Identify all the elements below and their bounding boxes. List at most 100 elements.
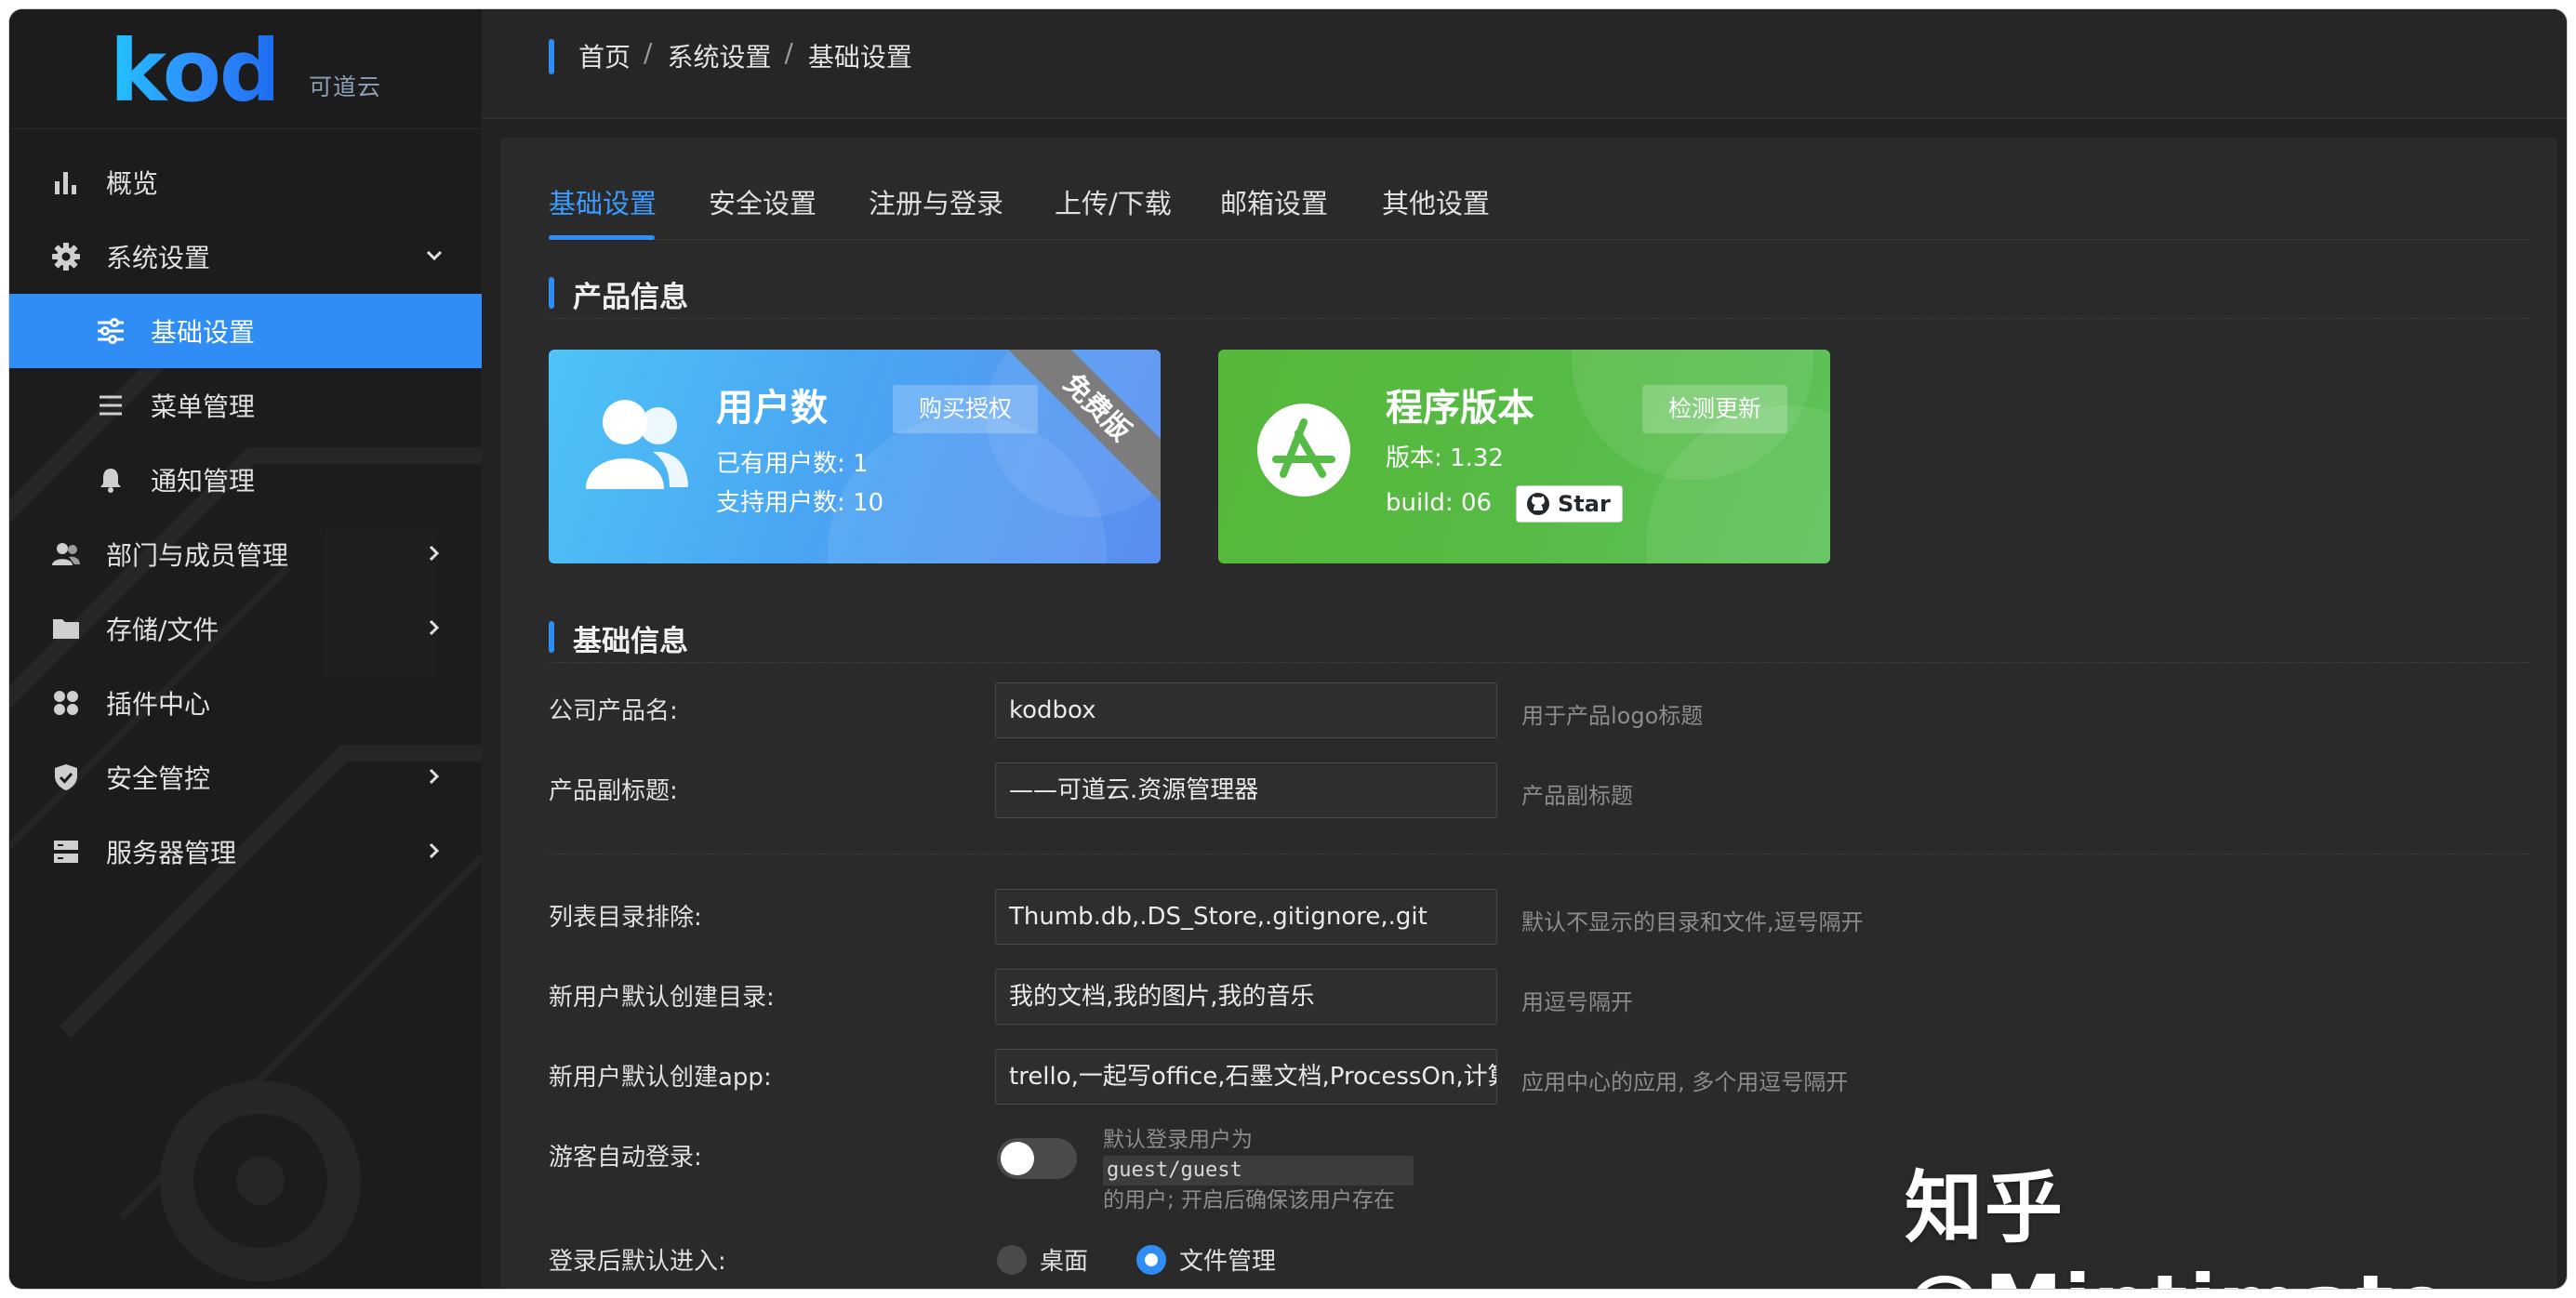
logo[interactable]: kod 可道云 [110, 20, 426, 123]
sidebar-item-system-settings[interactable]: 系统设置 [9, 219, 482, 294]
after-login-label: 登录后默认进入: [549, 1248, 726, 1276]
company-name-hint: 用于产品logo标题 [1521, 703, 1704, 729]
settings-tabs: 基础设置 安全设置 注册与登录 上传/下载 邮箱设置 其他设置 [549, 138, 2530, 240]
radio-file-management[interactable]: 文件管理 [1136, 1242, 1276, 1277]
breadcrumb-accent [549, 39, 554, 74]
company-name-input[interactable]: kodbox [995, 682, 1497, 738]
existing-users-value: 1 [853, 450, 869, 478]
sidebar-item-label: 菜单管理 [151, 391, 256, 422]
subtitle-input[interactable]: ——可道云.资源管理器 [995, 762, 1497, 818]
section-divider [549, 318, 2530, 319]
sliders-icon [95, 315, 126, 347]
existing-users-line: 已有用户数: 1 [716, 444, 869, 479]
guest-hint-bottom: 的用户; 开启后确保该用户存在 [1103, 1188, 1396, 1212]
sidebar-item-label: 概览 [106, 168, 159, 199]
logo-subtitle: 可道云 [309, 73, 382, 100]
breadcrumb-separator: / [644, 37, 653, 68]
subtitle-label: 产品副标题: [549, 777, 678, 805]
sidebar-item-label: 基础设置 [151, 317, 256, 348]
sidebar-item-notification-management[interactable]: 通知管理 [9, 443, 482, 517]
default-dirs-hint: 用逗号隔开 [1521, 989, 1633, 1015]
supported-users-line: 支持用户数: 10 [716, 483, 883, 518]
tab-upload-download[interactable]: 上传/下载 [1055, 182, 1172, 221]
sidebar-item-label: 存储/文件 [106, 615, 219, 645]
sidebar-item-label: 插件中心 [106, 689, 211, 720]
users-icon [586, 400, 688, 489]
sidebar: kod 可道云 概览 系统设置 基础设置 菜单管理 通知管理 部门与成员管理 存… [9, 9, 482, 1289]
folder-icon [50, 613, 82, 644]
version-value: 1.32 [1450, 444, 1504, 472]
default-dirs-label: 新用户默认创建目录: [549, 984, 775, 1012]
exclude-hint: 默认不显示的目录和文件,逗号隔开 [1521, 909, 1864, 935]
guest-hint-code: guest/guest [1103, 1156, 1414, 1185]
tab-other-settings[interactable]: 其他设置 [1382, 182, 1490, 221]
company-name-label: 公司产品名: [549, 697, 678, 725]
sidebar-item-plugin-center[interactable]: 插件中心 [9, 666, 482, 740]
subtitle-hint: 产品副标题 [1521, 783, 1633, 809]
app-store-icon [1257, 404, 1350, 497]
server-icon [50, 836, 82, 868]
sidebar-item-overview[interactable]: 概览 [9, 145, 482, 219]
sidebar-item-label: 安全管控 [106, 763, 211, 794]
github-star-label: Star [1558, 491, 1611, 517]
form-row-company-name: 公司产品名: kodbox 用于产品logo标题 [549, 682, 2530, 738]
apps-icon [50, 687, 82, 719]
bell-icon [95, 464, 126, 496]
user-count-title: 用户数 [716, 387, 828, 430]
default-apps-input[interactable]: trello,一起写office,石墨文档,ProcessOn,计算器 [995, 1049, 1497, 1105]
sidebar-item-security-control[interactable]: 安全管控 [9, 740, 482, 815]
breadcrumb-separator: / [784, 37, 793, 68]
github-star-button[interactable]: Star [1516, 485, 1623, 523]
user-count-card: 用户数 购买授权 已有用户数: 1 支持用户数: 10 免费版 [549, 350, 1161, 563]
section-divider [549, 662, 2530, 663]
bar-chart-icon [50, 166, 82, 198]
section-title-product-info: 产品信息 [549, 273, 688, 315]
form-row-exclude: 列表目录排除: Thumb.db,.DS_Store,.gitignore,.g… [549, 889, 2530, 945]
tab-register-login[interactable]: 注册与登录 [869, 182, 1003, 221]
tab-security-settings[interactable]: 安全设置 [709, 182, 817, 221]
chevron-right-icon [429, 768, 440, 785]
default-dirs-input[interactable]: 我的文档,我的图片,我的音乐 [995, 969, 1497, 1025]
supported-users-label: 支持用户数: [716, 489, 845, 517]
check-update-button[interactable]: 检测更新 [1642, 385, 1788, 433]
app-window: kod 可道云 概览 系统设置 基础设置 菜单管理 通知管理 部门与成员管理 存… [9, 9, 2567, 1289]
breadcrumb-system-settings[interactable]: 系统设置 [667, 37, 771, 74]
sidebar-item-departments-members[interactable]: 部门与成员管理 [9, 517, 482, 591]
top-bar: 首页 / 系统设置 / 基础设置 [482, 9, 2567, 119]
breadcrumb: 首页 / 系统设置 / 基础设置 [578, 37, 912, 74]
tab-email-settings[interactable]: 邮箱设置 [1220, 182, 1328, 221]
exclude-input[interactable]: Thumb.db,.DS_Store,.gitignore,.git [995, 889, 1497, 945]
gear-icon [50, 241, 82, 272]
program-version-title: 程序版本 [1386, 387, 1534, 430]
form-row-default-apps: 新用户默认创建app: trello,一起写office,石墨文档,Proces… [549, 1049, 2530, 1105]
sidebar-item-basic-settings[interactable]: 基础设置 [9, 294, 482, 368]
breadcrumb-home[interactable]: 首页 [578, 37, 631, 74]
sidebar-item-label: 通知管理 [151, 466, 256, 497]
sidebar-item-label: 部门与成员管理 [106, 540, 289, 571]
sidebar-item-server-management[interactable]: 服务器管理 [9, 815, 482, 889]
build-value: 06 [1460, 489, 1493, 517]
chevron-right-icon [429, 619, 440, 636]
sidebar-item-menu-management[interactable]: 菜单管理 [9, 368, 482, 443]
section-title-basic-info: 基础信息 [549, 617, 688, 659]
guest-login-toggle[interactable] [997, 1138, 1077, 1179]
github-icon [1527, 493, 1549, 515]
build-label: build: [1386, 489, 1454, 517]
tab-basic-settings[interactable]: 基础设置 [549, 182, 657, 221]
sidebar-nav: 概览 系统设置 基础设置 菜单管理 通知管理 部门与成员管理 存储/文件 插件中… [9, 145, 482, 889]
guest-login-hint: 默认登录用户为 guest/guest 的用户; 开启后确保该用户存在 [1103, 1125, 1414, 1215]
breadcrumb-current: 基础设置 [807, 42, 912, 73]
toggle-knob [1001, 1142, 1034, 1175]
sidebar-item-storage-files[interactable]: 存储/文件 [9, 591, 482, 666]
build-line: build: 06 [1386, 489, 1492, 517]
sidebar-item-label: 系统设置 [106, 243, 211, 273]
edition-ribbon: 免费版 [1003, 350, 1161, 508]
form-row-subtitle: 产品副标题: ——可道云.资源管理器 产品副标题 [549, 762, 2530, 818]
version-label: 版本: [1386, 444, 1442, 472]
radio-desktop[interactable]: 桌面 [997, 1242, 1088, 1277]
edition-ribbon-label: 免费版 [1003, 350, 1161, 508]
guest-hint-top: 默认登录用户为 [1103, 1128, 1253, 1152]
shield-icon [50, 762, 82, 793]
watermark: 知乎 @Mintimate [1905, 1162, 2448, 1289]
form-row-default-dirs: 新用户默认创建目录: 我的文档,我的图片,我的音乐 用逗号隔开 [549, 969, 2530, 1025]
